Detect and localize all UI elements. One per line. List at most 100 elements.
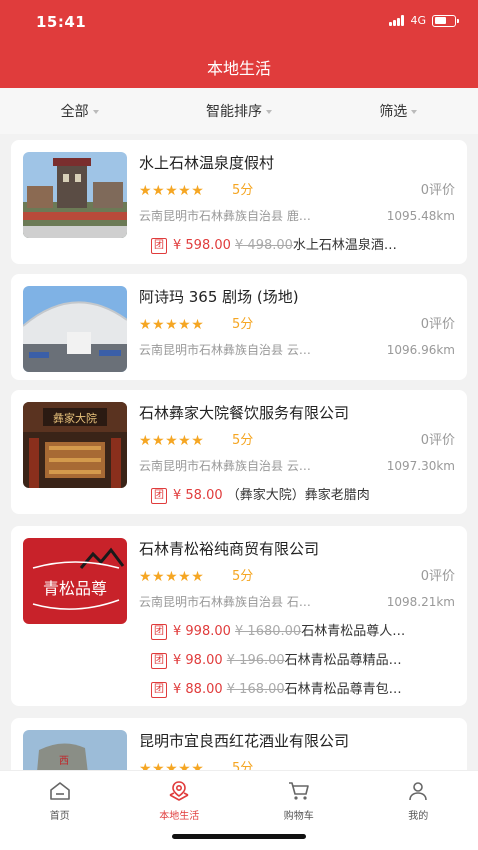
deal-item[interactable]: 团 ¥ 58.00 （彝家大院）彝家老腊肉 — [151, 487, 455, 505]
deal-item[interactable]: 团 ¥ 88.00 ¥ 168.00石林青松品尊青包… — [151, 681, 455, 699]
restaurant-photo: 彝家大院 — [23, 402, 127, 488]
store-name: 石林彝家大院餐饮服务有限公司 — [139, 404, 350, 422]
filter-all-label: 全部 — [60, 104, 89, 120]
deal-original-price: ¥ 168.00 — [226, 682, 285, 697]
store-card[interactable]: 水上石林温泉度假村 ★★★★★ 5分 0评价 云南昆明市石林彝族自治县 鹿… 1… — [11, 140, 467, 264]
status-indicators: 4G — [389, 14, 459, 27]
filter-all[interactable]: 全部 — [0, 88, 159, 134]
qingsong-logo: 青松品尊 — [23, 538, 127, 624]
deal-price: ¥ 98.00 — [173, 653, 223, 668]
network-label: 4G — [410, 14, 426, 27]
store-name: 阿诗玛 365 剧场 (场地) — [139, 288, 299, 306]
store-distance: 1095.48km — [386, 209, 455, 223]
deal-price: ¥ 598.00 — [173, 238, 231, 253]
star-rating: ★★★★★ — [139, 317, 205, 333]
deal-title: （彝家大院）彝家老腊肉 — [226, 488, 370, 503]
group-buy-badge: 团 — [151, 681, 167, 698]
review-count: 0评价 — [420, 433, 455, 448]
deal-price: ¥ 58.00 — [173, 488, 223, 503]
store-name: 水上石林温泉度假村 — [139, 154, 275, 172]
winery-photo: 西 — [23, 730, 127, 770]
svg-text:彝家大院: 彝家大院 — [53, 411, 97, 425]
star-rating: ★★★★★ — [139, 183, 205, 199]
store-card[interactable]: 阿诗玛 365 剧场 (场地) ★★★★★ 5分 0评价 云南昆明市石林彝族自治… — [11, 274, 467, 380]
filter-screen-label: 筛选 — [379, 104, 408, 120]
rating-row: ★★★★★ 5分 0评价 — [139, 183, 455, 199]
rating-row: ★★★★★ 5分 — [139, 761, 455, 770]
local-life-icon — [169, 781, 189, 801]
deal-original-price: ¥ 498.00 — [235, 238, 293, 253]
address-row: 云南昆明市石林彝族自治县 鹿… 1095.48km — [139, 208, 455, 224]
filter-screen[interactable]: 筛选 — [319, 88, 478, 134]
deal-title: 石林青松品尊精品… — [284, 653, 402, 668]
filter-sort[interactable]: 智能排序 — [159, 88, 318, 134]
rating-score: 5分 — [232, 433, 254, 448]
tab-mine-label: 我的 — [408, 811, 429, 822]
deal-original-price: ¥ 1680.00 — [235, 624, 302, 639]
resort-photo — [23, 152, 127, 238]
deal-price: ¥ 88.00 — [173, 682, 223, 697]
group-buy-badge: 团 — [151, 487, 167, 504]
group-buy-badge: 团 — [151, 237, 167, 254]
home-indicator — [172, 834, 306, 839]
status-bar: 15:41 4G — [0, 0, 478, 44]
tab-mine[interactable]: 我的 — [359, 771, 478, 850]
page-title: 本地生活 — [206, 59, 271, 78]
store-card[interactable]: 西 昆明市宜良西红花酒业有限公司 ★★★★★ 5分 — [11, 718, 467, 770]
star-rating: ★★★★★ — [139, 433, 205, 449]
group-buy-badge: 团 — [151, 623, 167, 640]
deal-original-price: ¥ 196.00 — [226, 653, 285, 668]
store-distance: 1096.96km — [386, 343, 455, 357]
logo-text: 青松品尊 — [43, 579, 107, 598]
address-row: 云南昆明市石林彝族自治县 云… 1096.96km — [139, 342, 455, 358]
home-icon — [49, 782, 70, 800]
rating-row: ★★★★★ 5分 0评价 — [139, 569, 455, 585]
group-buy-badge: 团 — [151, 652, 167, 669]
nav-bar: 本地生活 — [0, 44, 478, 88]
star-rating: ★★★★★ — [139, 761, 205, 770]
deal-title: 水上石林温泉酒… — [292, 238, 397, 253]
rating-score: 5分 — [232, 569, 254, 584]
rating-row: ★★★★★ 5分 0评价 — [139, 433, 455, 449]
deal-title: 石林青松品尊人… — [301, 624, 406, 639]
battery-icon — [432, 14, 459, 27]
store-distance: 1098.21km — [386, 595, 455, 609]
store-list: 水上石林温泉度假村 ★★★★★ 5分 0评价 云南昆明市石林彝族自治县 鹿… 1… — [0, 134, 478, 770]
store-card[interactable]: 青松品尊 石林青松裕纯商贸有限公司 ★★★★★ 5分 0评价 云南昆明市石林彝族… — [11, 526, 467, 706]
store-address: 云南昆明市石林彝族自治县 云… — [139, 459, 311, 473]
review-count: 0评价 — [420, 569, 455, 584]
store-card[interactable]: 彝家大院 石林彝家大院餐饮服务有限公司 ★★★★★ 5分 0评价 云南昆明市石林… — [11, 390, 467, 514]
caret-down-icon — [265, 109, 272, 114]
tab-cart-label: 购物车 — [283, 811, 314, 822]
tab-home-label: 首页 — [49, 811, 70, 822]
caret-down-icon — [92, 109, 99, 114]
signal-icon — [389, 15, 405, 26]
deal-item[interactable]: 团 ¥ 998.00 ¥ 1680.00石林青松品尊人… — [151, 623, 455, 641]
filter-bar: 全部 智能排序 筛选 — [0, 88, 478, 134]
user-icon — [409, 782, 428, 801]
deal-item[interactable]: 团 ¥ 98.00 ¥ 196.00石林青松品尊精品… — [151, 652, 455, 670]
review-count: 0评价 — [420, 317, 455, 332]
store-address: 云南昆明市石林彝族自治县 云… — [139, 343, 311, 357]
rating-row: ★★★★★ 5分 0评价 — [139, 317, 455, 333]
deal-price: ¥ 998.00 — [173, 624, 231, 639]
filter-sort-label: 智能排序 — [205, 104, 262, 120]
store-distance: 1097.30km — [386, 459, 455, 473]
deal-item[interactable]: 团 ¥ 598.00 ¥ 498.00水上石林温泉酒… — [151, 237, 455, 255]
cart-icon — [288, 782, 309, 800]
review-count: 0评价 — [420, 183, 455, 198]
store-address: 云南昆明市石林彝族自治县 鹿… — [139, 209, 311, 223]
svg-text:西: 西 — [59, 756, 69, 767]
address-row: 云南昆明市石林彝族自治县 石… 1098.21km — [139, 594, 455, 610]
rating-score: 5分 — [232, 317, 254, 332]
status-time: 15:41 — [36, 13, 87, 31]
rating-score: 5分 — [232, 183, 254, 198]
store-name: 石林青松裕纯商贸有限公司 — [139, 540, 320, 558]
star-rating: ★★★★★ — [139, 569, 205, 585]
theater-photo — [23, 286, 127, 372]
address-row: 云南昆明市石林彝族自治县 云… 1097.30km — [139, 458, 455, 474]
caret-down-icon — [411, 109, 418, 114]
deal-title: 石林青松品尊青包… — [284, 682, 402, 697]
tab-home[interactable]: 首页 — [0, 771, 120, 850]
store-name: 昆明市宜良西红花酒业有限公司 — [139, 732, 350, 750]
